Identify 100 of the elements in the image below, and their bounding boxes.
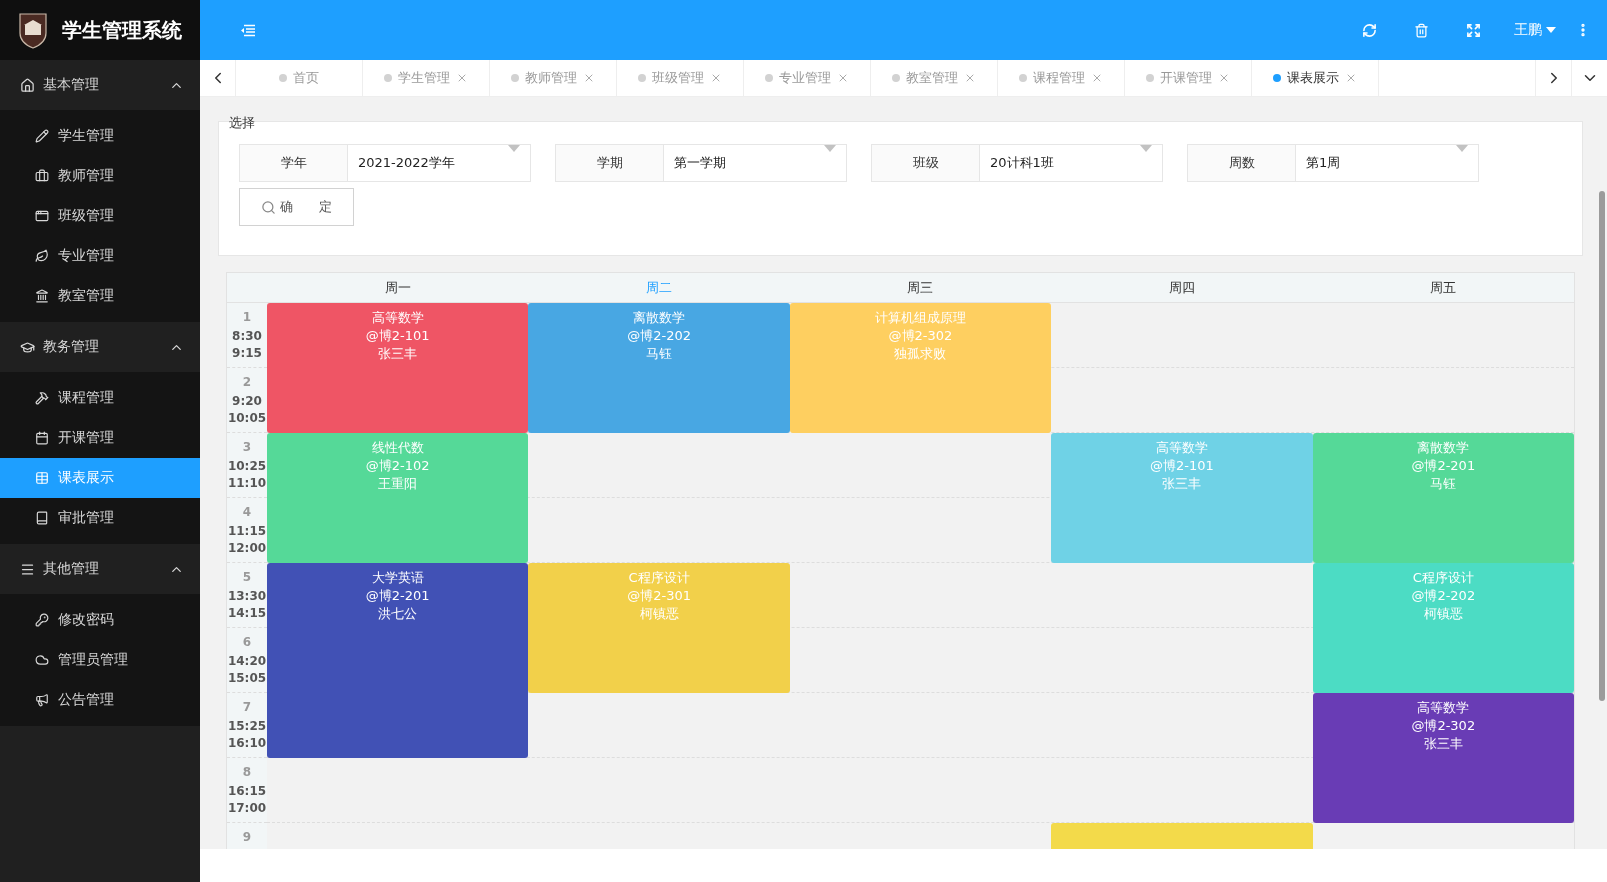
close-icon[interactable] bbox=[837, 72, 849, 84]
graduation-cap-icon bbox=[20, 339, 35, 355]
caret-icon bbox=[508, 145, 520, 152]
close-icon[interactable] bbox=[583, 72, 595, 84]
period-time: 17:00 bbox=[227, 800, 267, 817]
course-room: @博2-302 bbox=[1411, 717, 1476, 735]
dot-icon bbox=[384, 74, 392, 82]
leaf-icon bbox=[35, 249, 49, 263]
close-icon[interactable] bbox=[964, 72, 976, 84]
period-time: 12:00 bbox=[227, 540, 267, 557]
period-number: 7 bbox=[242, 699, 252, 715]
period-time: 8:30 bbox=[232, 328, 262, 345]
course-name: 线性代数 bbox=[371, 439, 424, 457]
select-field[interactable]: 学期 第一学期 bbox=[555, 144, 847, 182]
course-teacher: 马钰 bbox=[1430, 475, 1457, 493]
course-name: 大学英语 bbox=[371, 569, 424, 587]
period-time: 10:05 bbox=[227, 410, 267, 427]
day-header: 周五 bbox=[1312, 273, 1574, 303]
course-teacher: 王重阳 bbox=[378, 475, 418, 493]
course-name: 高等数学 bbox=[1155, 439, 1208, 457]
period-number: 4 bbox=[242, 504, 252, 520]
pencil-icon bbox=[35, 129, 49, 143]
period-number: 9 bbox=[242, 829, 252, 845]
calendar-icon bbox=[35, 431, 49, 445]
sidebar-item[interactable]: 审批管理 bbox=[0, 498, 200, 538]
sidebar-item[interactable]: 课程管理 bbox=[0, 378, 200, 418]
confirm-button[interactable]: 确 定 bbox=[239, 188, 354, 226]
menu-toggle-icon[interactable] bbox=[240, 23, 256, 37]
dot-icon bbox=[279, 74, 287, 82]
period-number: 2 bbox=[242, 374, 252, 390]
course-block[interactable]: 高等数学 @博2-302 张三丰 bbox=[1312, 693, 1574, 823]
period-time: 15:25 bbox=[227, 718, 267, 735]
course-name: 离散数学 bbox=[1417, 439, 1470, 457]
sidebar-item[interactable]: 开课管理 bbox=[0, 418, 200, 458]
course-block[interactable]: 大学英语 @博2-201 洪七公 bbox=[267, 563, 529, 758]
period-time: 16:15 bbox=[227, 783, 267, 800]
course-teacher: 张三丰 bbox=[378, 345, 418, 363]
period-number: 1 bbox=[242, 309, 252, 325]
course-room: @博2-102 bbox=[365, 457, 430, 475]
select-field[interactable]: 周数 第1周 bbox=[1187, 144, 1479, 182]
period-number: 8 bbox=[242, 764, 252, 780]
close-icon[interactable] bbox=[1218, 72, 1230, 84]
dot-icon bbox=[892, 74, 900, 82]
caret-icon bbox=[824, 145, 836, 152]
course-name: 高等数学 bbox=[1417, 699, 1470, 717]
tab[interactable]: 课表展示 bbox=[1252, 60, 1379, 96]
course-teacher: 柯镇恶 bbox=[639, 605, 679, 623]
sidebar-item[interactable]: 公告管理 bbox=[0, 680, 200, 720]
course-name: 高等数学 bbox=[371, 309, 424, 327]
trash-icon[interactable] bbox=[1413, 22, 1429, 38]
close-icon[interactable] bbox=[456, 72, 468, 84]
period-time: 13:30 bbox=[227, 588, 267, 605]
sidebar-item[interactable]: 班级管理 bbox=[0, 196, 200, 236]
dot-icon bbox=[1019, 74, 1027, 82]
course-teacher: 马钰 bbox=[646, 345, 673, 363]
sidebar-item[interactable]: 修改密码 bbox=[0, 600, 200, 640]
period-time: 10:25 bbox=[227, 458, 267, 475]
caret-icon bbox=[1456, 145, 1468, 152]
dot-icon bbox=[765, 74, 773, 82]
course-teacher: 柯镇恶 bbox=[1423, 605, 1463, 623]
period-time: 9:15 bbox=[232, 345, 262, 362]
scrollbar[interactable] bbox=[1599, 191, 1605, 701]
period-number: 5 bbox=[242, 569, 252, 585]
sidebar-item[interactable]: 教师管理 bbox=[0, 156, 200, 196]
period-time: 14:20 bbox=[227, 653, 267, 670]
menu-icon bbox=[20, 561, 35, 577]
close-icon[interactable] bbox=[710, 72, 722, 84]
day-header: 周四 bbox=[1051, 273, 1313, 303]
period-time: 16:10 bbox=[227, 735, 267, 752]
course-room: @博2-202 bbox=[1411, 587, 1476, 605]
select-field[interactable]: 学年 2021-2022学年 bbox=[239, 144, 531, 182]
fullscreen-icon[interactable] bbox=[1465, 22, 1481, 38]
megaphone-icon bbox=[35, 693, 49, 707]
caret-icon bbox=[1140, 145, 1152, 152]
sidebar-item[interactable]: 专业管理 bbox=[0, 236, 200, 276]
close-icon[interactable] bbox=[1345, 72, 1357, 84]
caret-icon[interactable] bbox=[1546, 27, 1556, 33]
course-name: 离散数学 bbox=[633, 309, 686, 327]
refresh-icon[interactable] bbox=[1361, 22, 1377, 38]
sidebar-item[interactable]: 管理员管理 bbox=[0, 640, 200, 680]
bank-icon bbox=[35, 289, 49, 303]
panel-legend: 选择 bbox=[229, 114, 255, 132]
period-time: 15:05 bbox=[227, 670, 267, 687]
close-icon[interactable] bbox=[1091, 72, 1103, 84]
sidebar-item[interactable]: 教室管理 bbox=[0, 276, 200, 316]
home-icon bbox=[20, 77, 35, 93]
table-icon bbox=[35, 471, 49, 485]
period-time: 14:15 bbox=[227, 605, 267, 622]
sidebar-item[interactable]: 学生管理 bbox=[0, 116, 200, 156]
course-room: @博2-201 bbox=[1411, 457, 1476, 475]
key-icon bbox=[35, 613, 49, 627]
course-room: @博2-201 bbox=[365, 587, 430, 605]
course-name: C程序设计 bbox=[1412, 569, 1474, 587]
day-header: 周三 bbox=[789, 273, 1052, 303]
select-field[interactable]: 班级 20计科1班 bbox=[871, 144, 1163, 182]
period-time: 11:10 bbox=[227, 475, 267, 492]
window-icon bbox=[35, 209, 49, 223]
course-room: @博2-302 bbox=[888, 327, 953, 345]
logo-icon bbox=[18, 11, 48, 49]
course-room: @博2-301 bbox=[627, 587, 691, 605]
